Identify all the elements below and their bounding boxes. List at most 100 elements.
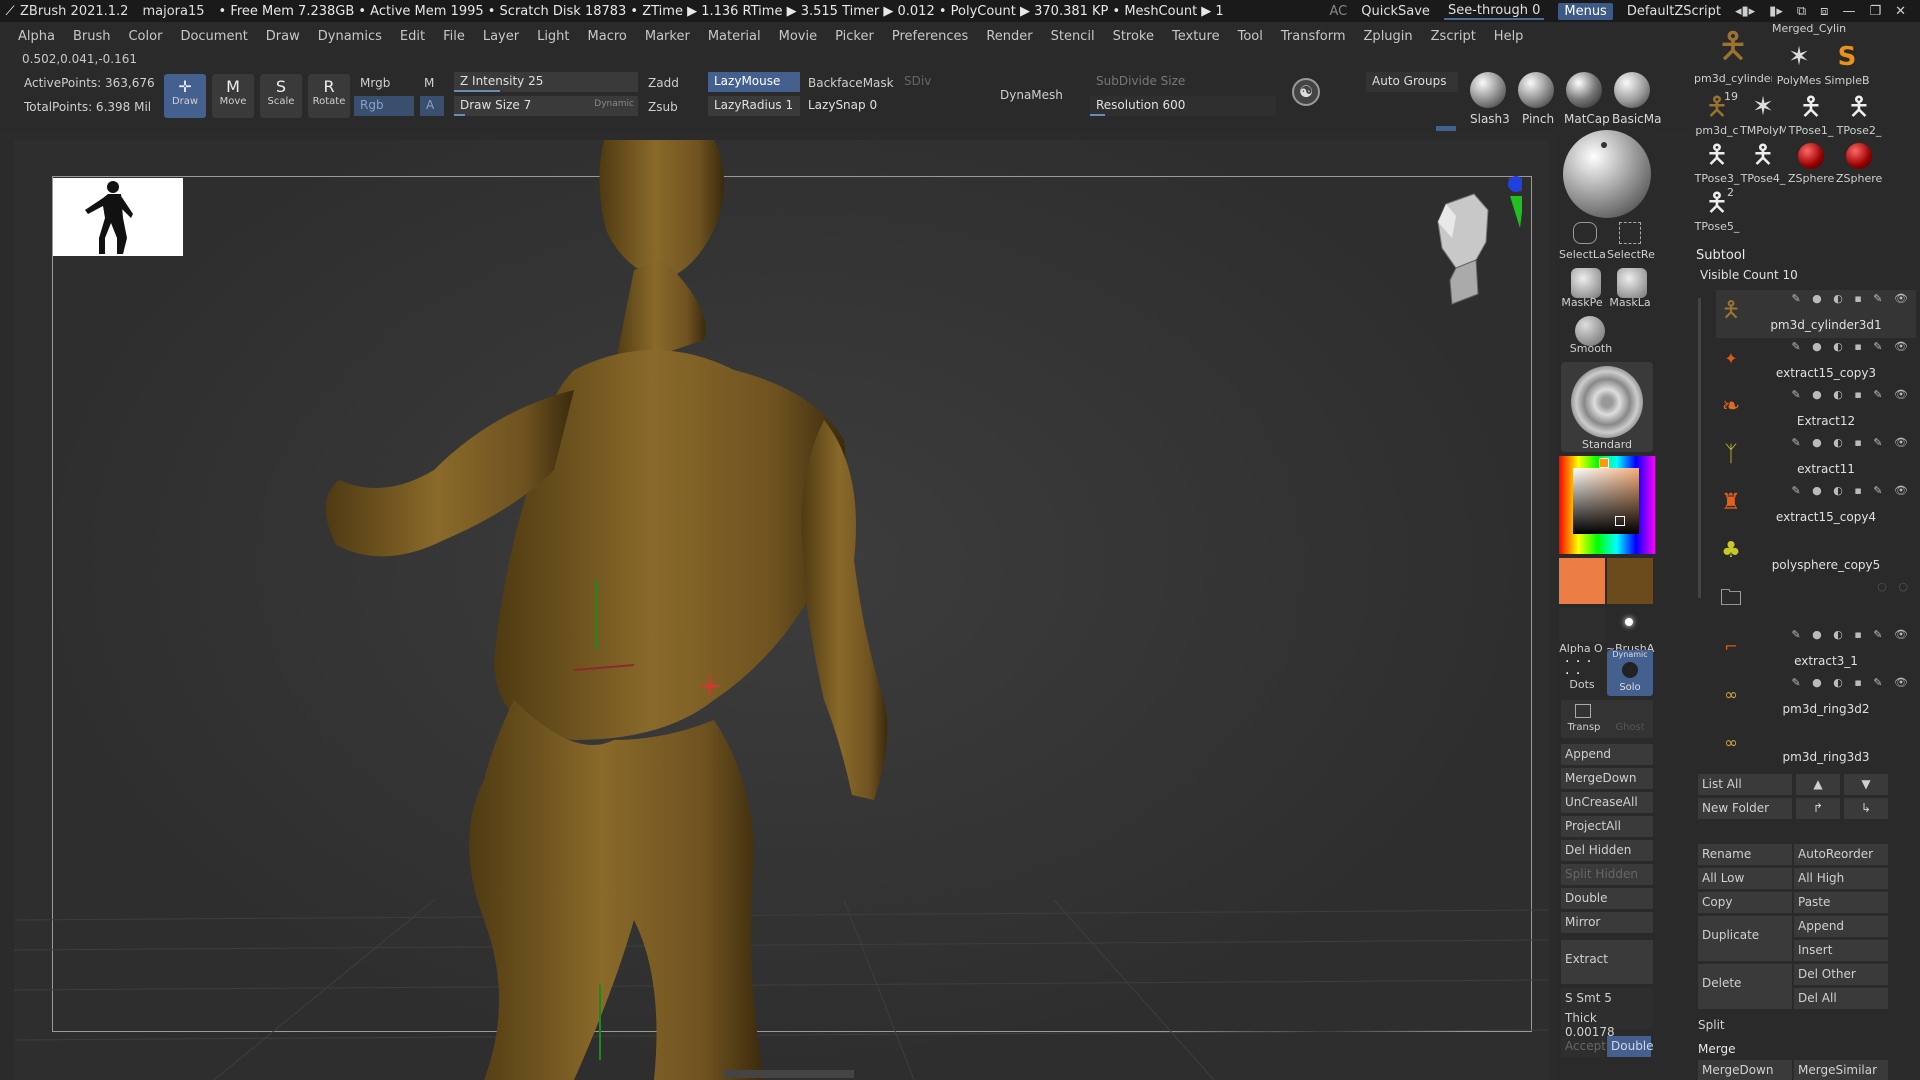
slash3-brush-icon[interactable] — [1470, 72, 1506, 108]
menu-picker[interactable]: Picker — [835, 29, 874, 44]
subtool-row[interactable]: ♜ ✎ ● ◐ ▪ ✎ 👁 extract15_copy4 — [1716, 482, 1916, 530]
subdivide-size-slider[interactable]: SubDivide Size — [1096, 74, 1185, 88]
3d-viewport[interactable] — [14, 140, 1549, 1080]
subtool-row[interactable]: ♣ polysphere_copy5 — [1716, 530, 1916, 578]
insert-button[interactable]: Insert — [1794, 940, 1888, 961]
sdiv-slider[interactable]: SDiv — [904, 74, 931, 88]
scroll-indicator[interactable] — [1436, 126, 1456, 131]
material-sphere-icon[interactable] — [1563, 130, 1651, 218]
lazyradius-slider[interactable]: LazyRadius 1 — [708, 96, 800, 116]
zadd-button[interactable]: Zadd — [648, 76, 679, 90]
color-square[interactable] — [1573, 468, 1639, 534]
tool-thumb-simplebrush[interactable]: S SimpleB — [1824, 40, 1870, 87]
arrow-up-icon[interactable]: ▲ — [1796, 774, 1840, 795]
subtool-controls[interactable]: ✎ ● ◐ ▪ ✎ 👁 — [1791, 340, 1912, 353]
ghost-button[interactable]: Ghost — [1607, 700, 1653, 738]
accept-button[interactable]: Accept — [1561, 1036, 1606, 1057]
tool-thumb-pm3d-c[interactable]: 🯅 pm3d_c 19 — [1694, 90, 1740, 137]
menu-texture[interactable]: Texture — [1172, 29, 1220, 44]
move-to-folder-icon[interactable]: ↱ — [1796, 798, 1840, 819]
menus-toggle[interactable]: Menus — [1558, 2, 1613, 20]
minimize-icon[interactable]: — — [1842, 4, 1855, 19]
lazysnap-slider[interactable]: LazySnap 0 — [802, 96, 894, 116]
mask-lasso-icon[interactable] — [1617, 268, 1647, 298]
subtool-controls[interactable]: ✎ ● ◐ ▪ ✎ 👁 — [1791, 388, 1912, 401]
m-button[interactable]: M — [424, 76, 434, 90]
move-button[interactable]: M Move — [212, 74, 254, 118]
menu-stencil[interactable]: Stencil — [1051, 29, 1095, 44]
mergedown-button[interactable]: MergeDown — [1561, 768, 1653, 789]
standard-brush-button[interactable]: Standard — [1561, 362, 1653, 452]
del-hidden-button[interactable]: Del Hidden — [1561, 840, 1653, 861]
tool-thumb-tpose5[interactable]: 🯅 TPose5_ 2 — [1694, 186, 1740, 233]
menu-macro[interactable]: Macro — [588, 29, 627, 44]
subtool-controls[interactable]: ○ ○ — [1877, 580, 1912, 593]
subtool-row[interactable]: ❧ ✎ ● ◐ ▪ ✎ 👁 Extract12 — [1716, 386, 1916, 434]
main-color-swatch[interactable] — [1559, 558, 1605, 604]
del-other-button[interactable]: Del Other — [1794, 964, 1888, 985]
subtool-controls[interactable]: ✎ ● ◐ ▪ ✎ 👁 — [1791, 676, 1912, 689]
menu-material[interactable]: Material — [708, 29, 761, 44]
subtool-folder-row[interactable]: 🗀 ○ ○ — [1716, 578, 1916, 626]
autoreorder-button[interactable]: AutoReorder — [1794, 844, 1888, 865]
layout-icon[interactable]: ◂▮▸ — [1735, 4, 1755, 19]
delete-button[interactable]: Delete — [1698, 964, 1792, 1009]
color-picker[interactable] — [1559, 456, 1655, 554]
subtool-controls[interactable]: ✎ ● ◐ ▪ ✎ 👁 — [1791, 292, 1912, 305]
lazymouse-button[interactable]: LazyMouse — [708, 72, 800, 92]
list-all-button[interactable]: List All — [1698, 774, 1792, 795]
tool-thumb-tpose4[interactable]: 🯅 TPose4_ — [1740, 138, 1786, 185]
merge-down-button[interactable]: MergeDown — [1698, 1060, 1792, 1080]
menu-render[interactable]: Render — [986, 29, 1032, 44]
tool-thumb-tpose2[interactable]: 🯅 TPose2_ — [1836, 90, 1882, 137]
mirror-button[interactable]: Mirror — [1561, 912, 1653, 933]
menu-stroke[interactable]: Stroke — [1113, 29, 1154, 44]
menu-transform[interactable]: Transform — [1281, 29, 1346, 44]
see-through-slider[interactable]: See-through 0 — [1443, 3, 1545, 20]
tool-thumb-polymesh[interactable]: ✶ PolyMes — [1776, 40, 1822, 87]
menu-edit[interactable]: Edit — [400, 29, 425, 44]
double-button[interactable]: Double — [1561, 888, 1653, 909]
split-hidden-button[interactable]: Split Hidden — [1561, 864, 1653, 885]
dynamic-label[interactable]: Dynamic — [594, 99, 634, 109]
append-button[interactable]: Append — [1561, 744, 1653, 765]
menu-movie[interactable]: Movie — [779, 29, 817, 44]
menu-zplugin[interactable]: Zplugin — [1364, 29, 1413, 44]
menu-brush[interactable]: Brush — [73, 29, 111, 44]
menu-zscript[interactable]: Zscript — [1431, 29, 1476, 44]
brush-alpha-icon[interactable] — [1625, 618, 1633, 626]
value-marker[interactable] — [1615, 516, 1625, 526]
layout-alt-icon[interactable]: ▮▸ — [1769, 4, 1783, 19]
menu-color[interactable]: Color — [128, 29, 162, 44]
subtool-row[interactable]: 🯅 ✎ ● ◐ ▪ ✎ 👁 pm3d_cylinder3d1 — [1716, 290, 1916, 338]
default-zscript-button[interactable]: DefaultZScript — [1627, 4, 1721, 19]
visible-count-slider[interactable]: Visible Count 10 — [1700, 268, 1798, 282]
solo-button[interactable]: Dynamic Solo — [1607, 650, 1653, 696]
pinch-brush-icon[interactable] — [1518, 72, 1554, 108]
menu-alpha[interactable]: Alpha — [18, 29, 55, 44]
select-rect-icon[interactable] — [1619, 222, 1641, 244]
new-folder-button[interactable]: New Folder — [1698, 798, 1792, 819]
subtool-controls[interactable]: ✎ ● ◐ ▪ ✎ 👁 — [1791, 436, 1912, 449]
menu-light[interactable]: Light — [537, 29, 569, 44]
arrow-down-icon[interactable]: ▼ — [1844, 774, 1888, 795]
double-toggle-button[interactable]: Double — [1607, 1036, 1654, 1057]
s-smt-slider[interactable]: S Smt 5 — [1561, 988, 1653, 1009]
tool-thumb-tpose3[interactable]: 🯅 TPose3_ — [1694, 138, 1740, 185]
copy-button[interactable]: Copy — [1698, 892, 1792, 913]
move-out-folder-icon[interactable]: ↳ — [1844, 798, 1888, 819]
merge-similar-button[interactable]: MergeSimilar — [1794, 1060, 1888, 1080]
subtool-row[interactable]: ✦ ✎ ● ◐ ▪ ✎ 👁 extract15_copy3 — [1716, 338, 1916, 386]
menu-dynamics[interactable]: Dynamics — [318, 29, 382, 44]
menu-preferences[interactable]: Preferences — [892, 29, 968, 44]
rename-button[interactable]: Rename — [1698, 844, 1792, 865]
basic-material-icon[interactable] — [1614, 72, 1650, 108]
draw-button[interactable]: ✛ Draw — [164, 74, 206, 118]
auto-groups-button[interactable]: Auto Groups — [1366, 72, 1458, 92]
subtool-controls[interactable]: ✎ ● ◐ ▪ ✎ 👁 — [1791, 628, 1912, 641]
all-high-button[interactable]: All High — [1794, 868, 1888, 889]
window-tile-icon[interactable]: ⧉ — [1797, 4, 1806, 19]
subtool-row[interactable]: ∞ pm3d_ring3d3 — [1716, 722, 1916, 770]
close-icon[interactable]: ✕ — [1895, 4, 1906, 19]
menu-marker[interactable]: Marker — [645, 29, 690, 44]
